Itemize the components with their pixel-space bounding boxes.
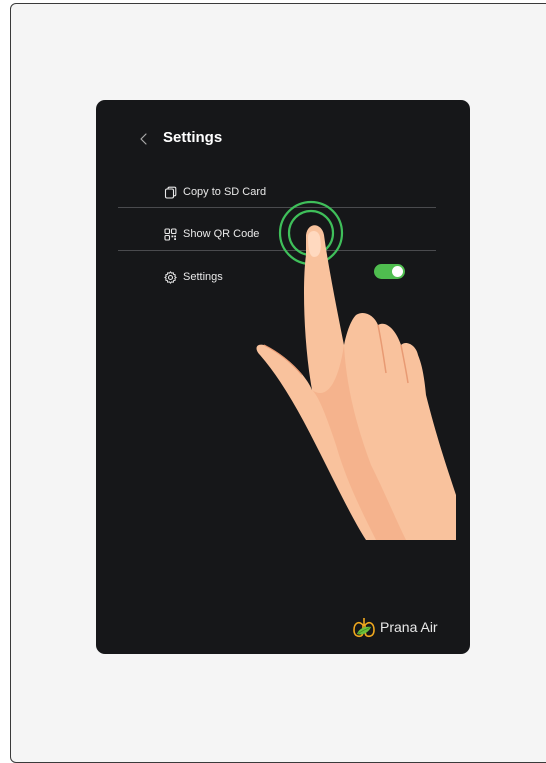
menu-item-label: Copy to SD Card	[183, 186, 267, 198]
screen-header: Settings	[96, 100, 470, 180]
brand-logo: Prana Air	[352, 615, 438, 639]
page-title: Settings	[163, 129, 223, 146]
back-button[interactable]	[136, 131, 152, 147]
divider	[118, 250, 436, 251]
gear-icon	[164, 271, 177, 284]
settings-toggle[interactable]	[374, 264, 405, 279]
qr-code-icon	[164, 228, 177, 241]
chevron-left-icon	[140, 133, 147, 145]
divider	[118, 207, 436, 208]
toggle-knob	[392, 266, 403, 277]
lungs-leaf-logo	[353, 618, 375, 638]
brand-name: Prana Air	[380, 619, 438, 635]
copy-icon	[164, 186, 177, 199]
menu-item-label: Settings	[183, 271, 223, 283]
device-screen: Settings Copy to SD Card Show QR Code Se…	[96, 100, 470, 654]
menu-item-label: Show QR Code	[183, 228, 260, 240]
